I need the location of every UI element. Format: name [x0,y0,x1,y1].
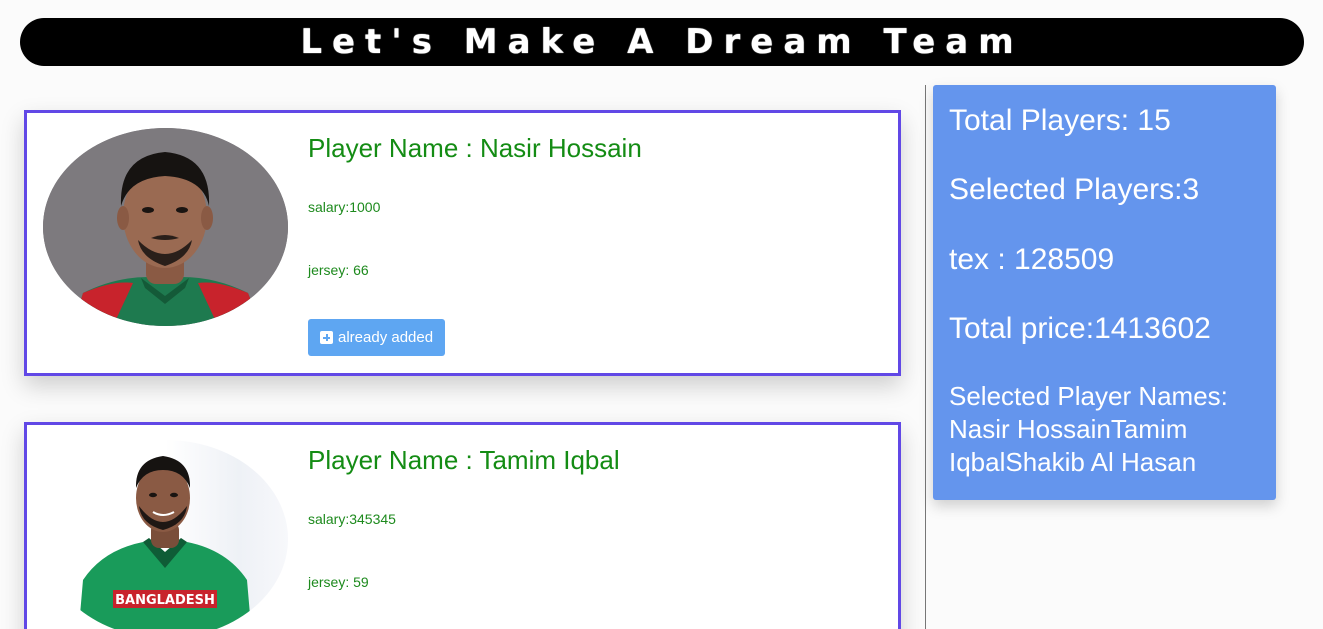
add-button-label: already added [338,329,434,346]
page-title: Let's Make A Dream Team [300,22,1024,62]
player-salary: salary:1000 [308,199,381,215]
player-card: Player Name : Nasir Hossain salary:1000 … [24,110,901,376]
total-players: Total Players: 15 [949,104,1171,137]
player-salary: salary:345345 [308,511,396,527]
player-info: Player Name : Nasir Hossain salary:1000 … [308,131,642,356]
selected-names-list: Nasir HossainTamim IqbalShakib Al Hasan [949,414,1197,477]
team-summary-panel: Total Players: 15 Selected Players:3 tex… [933,85,1276,500]
selected-names-heading: Selected Player Names: [949,381,1228,411]
player-photo [43,128,288,326]
selected-players-count: Selected Players:3 [949,173,1200,206]
column-divider [925,85,926,629]
tax-value: tex : 128509 [949,243,1115,276]
player-jersey: jersey: 66 [308,262,369,278]
add-player-button[interactable]: already added [308,319,446,356]
player-info: Player Name : Tamim Iqbal salary:345345 … [308,443,620,590]
jersey-text: BANGLADESH [115,593,215,608]
total-price: Total price:1413602 [949,312,1211,345]
plus-square-icon [320,331,333,344]
player-name: Player Name : Nasir Hossain [308,133,642,163]
header-bar: Let's Make A Dream Team [20,18,1304,66]
player-name: Player Name : Tamim Iqbal [308,445,620,475]
player-photo: BANGLADESH [43,440,288,629]
player-jersey: jersey: 59 [308,574,369,590]
player-card: BANGLADESH Player Name : Tamim Iqbal sal… [24,422,901,629]
